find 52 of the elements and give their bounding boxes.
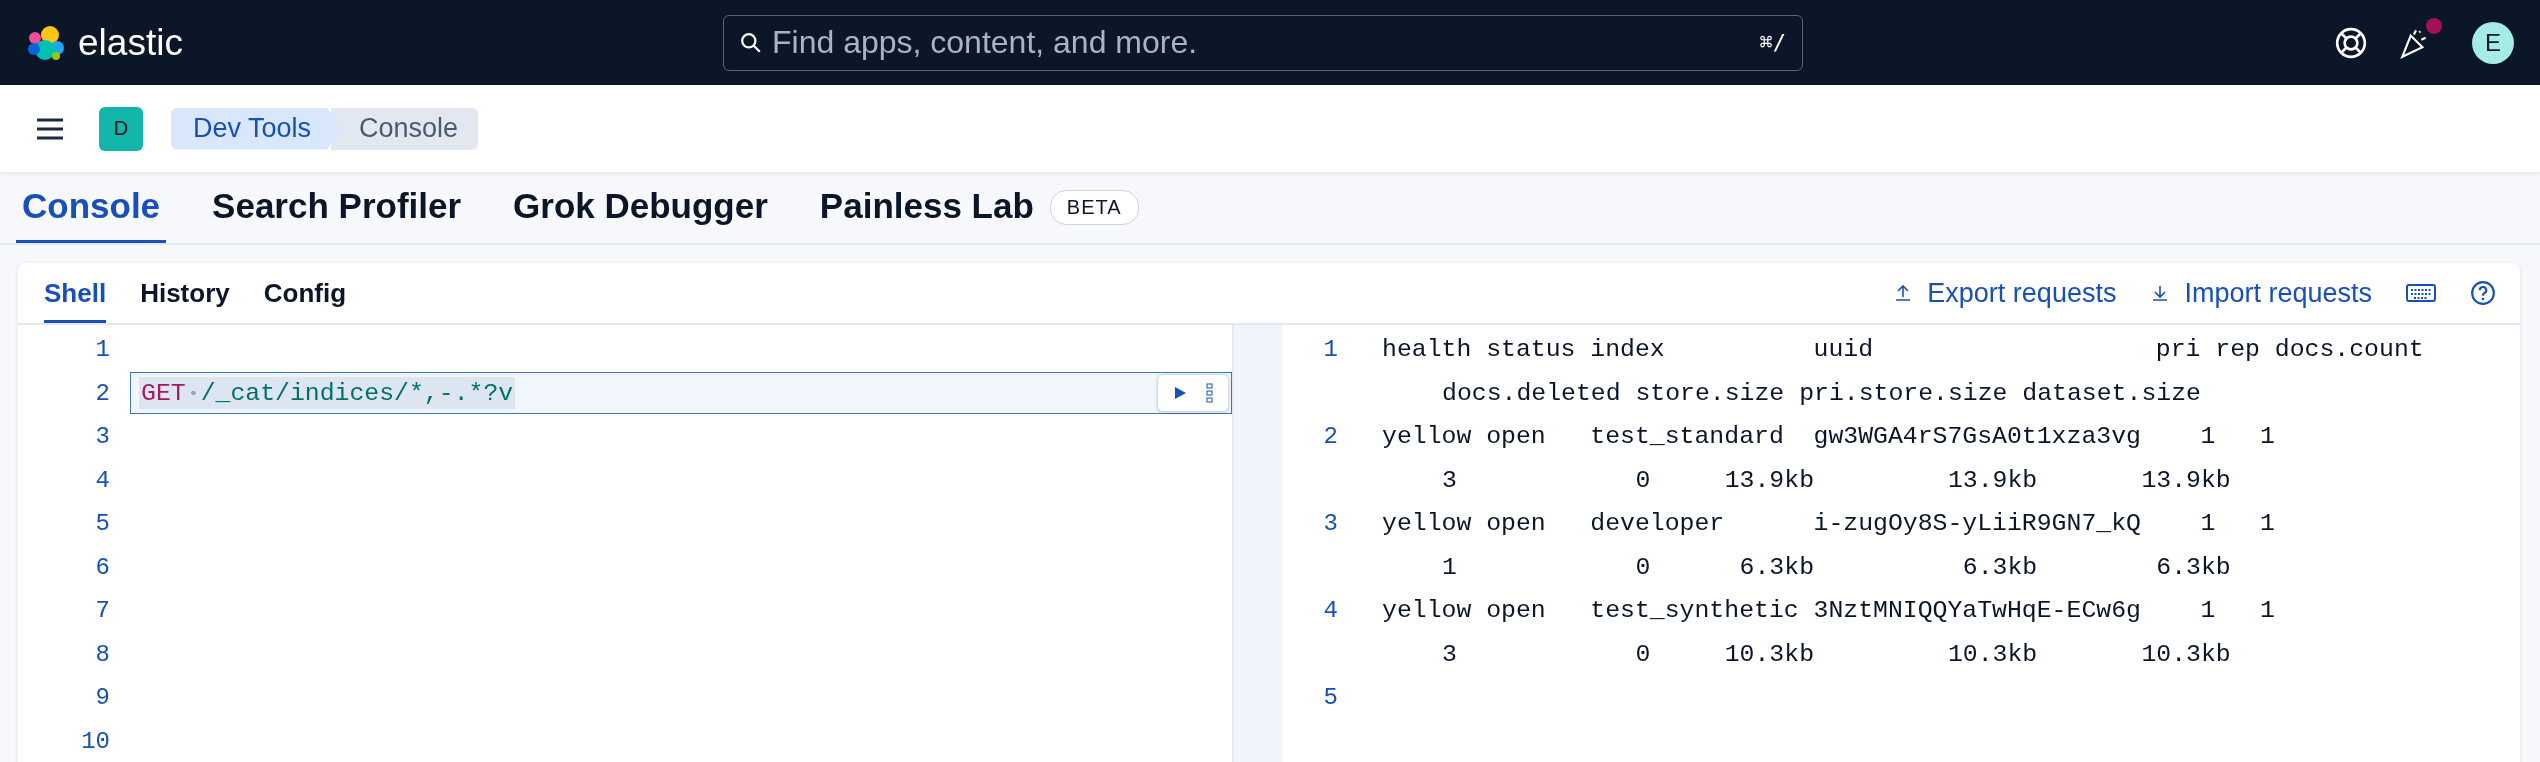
user-avatar[interactable]: E [2472,21,2514,64]
more-icon[interactable] [1206,383,1214,404]
line-number: 3 [1322,509,1338,539]
tab[interactable]: Grok Debugger [507,172,774,243]
search-input[interactable]: Find apps, content, and more. [770,23,1752,62]
search-icon [740,31,762,54]
newsfeed-button[interactable] [2398,17,2442,60]
output-text: 1 0 6.3kb 6.3kb 6.3kb [1441,551,2232,583]
line-number: 9 [94,684,110,712]
line-number: 3 [94,423,110,451]
tab[interactable]: Config [263,263,347,323]
export-requests-link[interactable]: Export requests [1893,277,2117,309]
keyboard-shortcut: ⌘/ [1759,30,1786,55]
line-number: 1 [1322,335,1338,365]
output-text: 3 0 10.3kb 10.3kb 10.3kb [1441,638,2232,670]
search-field[interactable]: Find apps, content, and more. ⌘/ [723,14,1803,71]
output-text: yellow open test_synthetic 3NztMNIQQYaTwHqE-ECw6g 1 1 [1382,595,2275,626]
request-editor[interactable]: 1 2 GET /_cat/indices/*,-.*?v 3 4 5 6 7 8 9 10 [18,325,1234,762]
request-path: /_cat/indices/*,-.*?v [200,379,514,408]
keyboard-icon[interactable] [2406,283,2436,303]
output-text: 3 0 13.9kb 13.9kb 13.9kb [1441,464,2232,496]
help-icon[interactable] [2470,280,2496,306]
line-number: 1 [94,336,110,364]
line-number: 5 [1322,683,1338,713]
beta-badge: BETA [1049,190,1139,225]
tab[interactable]: Painless Lab [813,172,1040,243]
line-number: 4 [94,466,110,494]
line-number: 6 [94,553,110,581]
line-number: 2 [1322,422,1338,452]
space-avatar[interactable]: D [99,106,143,151]
http-method: GET [141,379,186,408]
output-text: yellow open developer i-zugOy8S-yLiiR9GN7_kQ 1 1 [1382,508,2275,539]
help-icon[interactable] [2334,25,2368,60]
tab[interactable]: Console [16,172,167,243]
line-number: 8 [94,640,110,668]
menu-icon[interactable] [35,116,65,141]
line-number: 5 [94,510,110,538]
brand-name[interactable]: elastic [78,21,183,64]
line-number: 2 [94,379,110,407]
tab[interactable]: Search Profiler [206,172,468,243]
tab[interactable]: History [140,263,230,323]
line-number: 7 [94,597,110,625]
breadcrumb[interactable]: Console [331,107,479,150]
import-requests-link[interactable]: Import requests [2150,277,2372,309]
output-text: health status index uuid pri rep docs.count [1382,334,2424,365]
line-number: 4 [1322,596,1338,626]
breadcrumb[interactable]: Dev Tools [171,107,342,150]
line-number: 10 [80,727,110,755]
play-icon[interactable] [1172,385,1188,402]
tab[interactable]: Shell [44,263,107,323]
output-text: yellow open test_standard gw3WGA4rS7GsA0t1xza3vg 1 1 [1382,421,2275,452]
output-text: docs.deleted store.size pri.store.size dataset.size [1441,377,2202,409]
